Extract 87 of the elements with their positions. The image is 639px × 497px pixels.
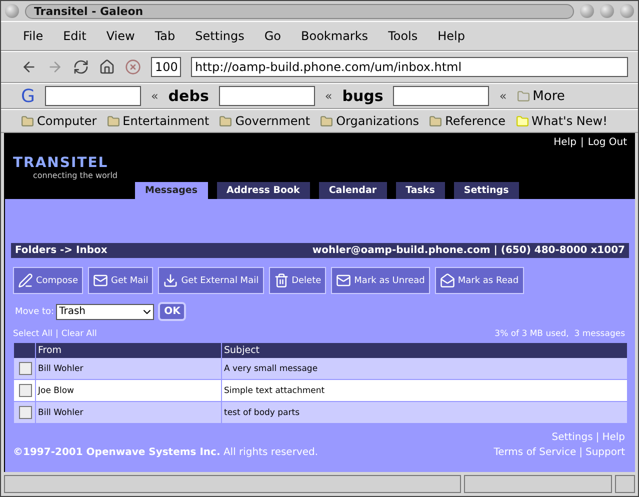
expand-arrow[interactable]: « [499,89,507,103]
menu-item[interactable]: Edit [61,29,88,43]
menu-item[interactable]: File [21,29,46,43]
folder-icon [21,114,34,128]
search-engine-label: bugs [342,87,384,105]
ok-button[interactable]: OK [158,302,186,321]
home-icon[interactable] [99,59,115,75]
more-button[interactable]: More [516,88,565,104]
table-cell: test of body parts [221,402,627,424]
header-link[interactable]: Help [554,137,576,148]
table-cell: Bill Wohler [35,402,221,424]
stop-icon[interactable] [125,59,141,75]
window-title: Transitel - Galeon [25,4,574,18]
action-button[interactable]: Mark as Read [434,267,524,294]
bookmark-folder[interactable]: Government [219,114,310,128]
url-field[interactable]: http://oamp-build.phone.com/um/inbox.html [191,57,628,77]
menu-item[interactable]: Bookmarks [299,29,370,43]
folder-icon [429,114,442,128]
nav-tab[interactable]: Tasks [396,182,445,199]
folder-icon [219,114,232,128]
separator: | [55,329,58,339]
bookmark-folder[interactable]: What's New! [516,114,608,128]
nav-tab[interactable]: Address Book [216,182,310,199]
table-cell: Simple text attachment [221,380,627,402]
column-header: Subject [221,343,627,358]
expand-arrow[interactable]: « [150,89,158,103]
folder-icon [516,114,528,128]
menu-item[interactable]: Tab [152,29,178,43]
trash-icon [274,273,289,288]
nav-tab[interactable]: Messages [135,182,208,199]
table-cell: Joe Blow [35,380,221,402]
envelope-icon [336,273,352,288]
close-icon[interactable] [620,4,634,18]
logo-tagline: connecting the world [32,171,119,180]
action-button[interactable]: Get External Mail [158,267,264,294]
envelope-icon [93,273,108,288]
nav-tab[interactable]: Calendar [318,182,387,199]
menu-item[interactable]: Tools [386,29,420,43]
search-engine-label: debs [168,87,209,105]
menu-item[interactable]: Go [262,29,284,43]
maximize-icon[interactable] [600,4,614,18]
nav-tab[interactable]: Settings [454,182,519,199]
back-icon[interactable] [21,59,37,75]
zoom-field[interactable]: 100 [151,57,181,77]
search-engine-label: G [21,86,35,106]
row-checkbox[interactable] [19,384,32,397]
search-field[interactable] [218,86,315,106]
folder-icon [106,114,120,128]
pen-icon [18,273,33,288]
open-envelope-icon [440,273,455,288]
quota-text: 3% of 3 MB used, 3 messages [494,329,625,339]
logo-name: TRANSITEL [13,155,110,171]
header-link[interactable]: Log Out [588,137,627,148]
bookmark-folder[interactable]: Entertainment [106,114,210,128]
action-button[interactable]: Delete [268,267,326,294]
window-menu-icon[interactable] [5,4,19,18]
row-checkbox[interactable] [19,362,32,375]
menu-item[interactable]: Settings [193,29,246,43]
separator: | [579,447,582,458]
column-header: From [35,343,221,358]
separator: | [596,432,600,443]
separator: | [580,137,584,148]
breadcrumb: Folders -> Inbox [15,245,108,256]
folder-select[interactable]: Trash [56,304,154,320]
table-cell: A very small message [221,358,627,380]
bookmark-folder[interactable]: Computer [21,114,97,128]
bookmark-folder[interactable]: Organizations [320,114,420,128]
folder-icon [320,114,334,128]
minimize-icon[interactable] [580,4,594,18]
move-to-label: Move to: [15,306,54,316]
table-cell: Bill Wohler [35,358,221,380]
menu-item[interactable]: Help [436,29,467,43]
bookmark-folder[interactable]: Reference [429,114,506,128]
action-button[interactable]: Mark as Unread [331,267,430,294]
expand-arrow[interactable]: « [324,89,332,103]
search-field[interactable] [393,86,490,106]
forward-icon[interactable] [47,59,63,75]
action-button[interactable]: Get Mail [88,267,154,294]
action-button[interactable]: Compose [13,267,84,294]
copyright-text: ©1997-2001 Openwave Systems Inc. All rights reserved. [13,447,318,458]
search-field[interactable] [44,86,141,106]
folder-icon [516,90,530,102]
account-info: wohler@oamp-build.phone.com | (650) 480-8000 x1007 [312,245,625,256]
download-icon [163,273,178,288]
row-checkbox[interactable] [19,406,32,419]
menu-item[interactable]: View [104,29,137,43]
reload-icon[interactable] [73,59,89,75]
